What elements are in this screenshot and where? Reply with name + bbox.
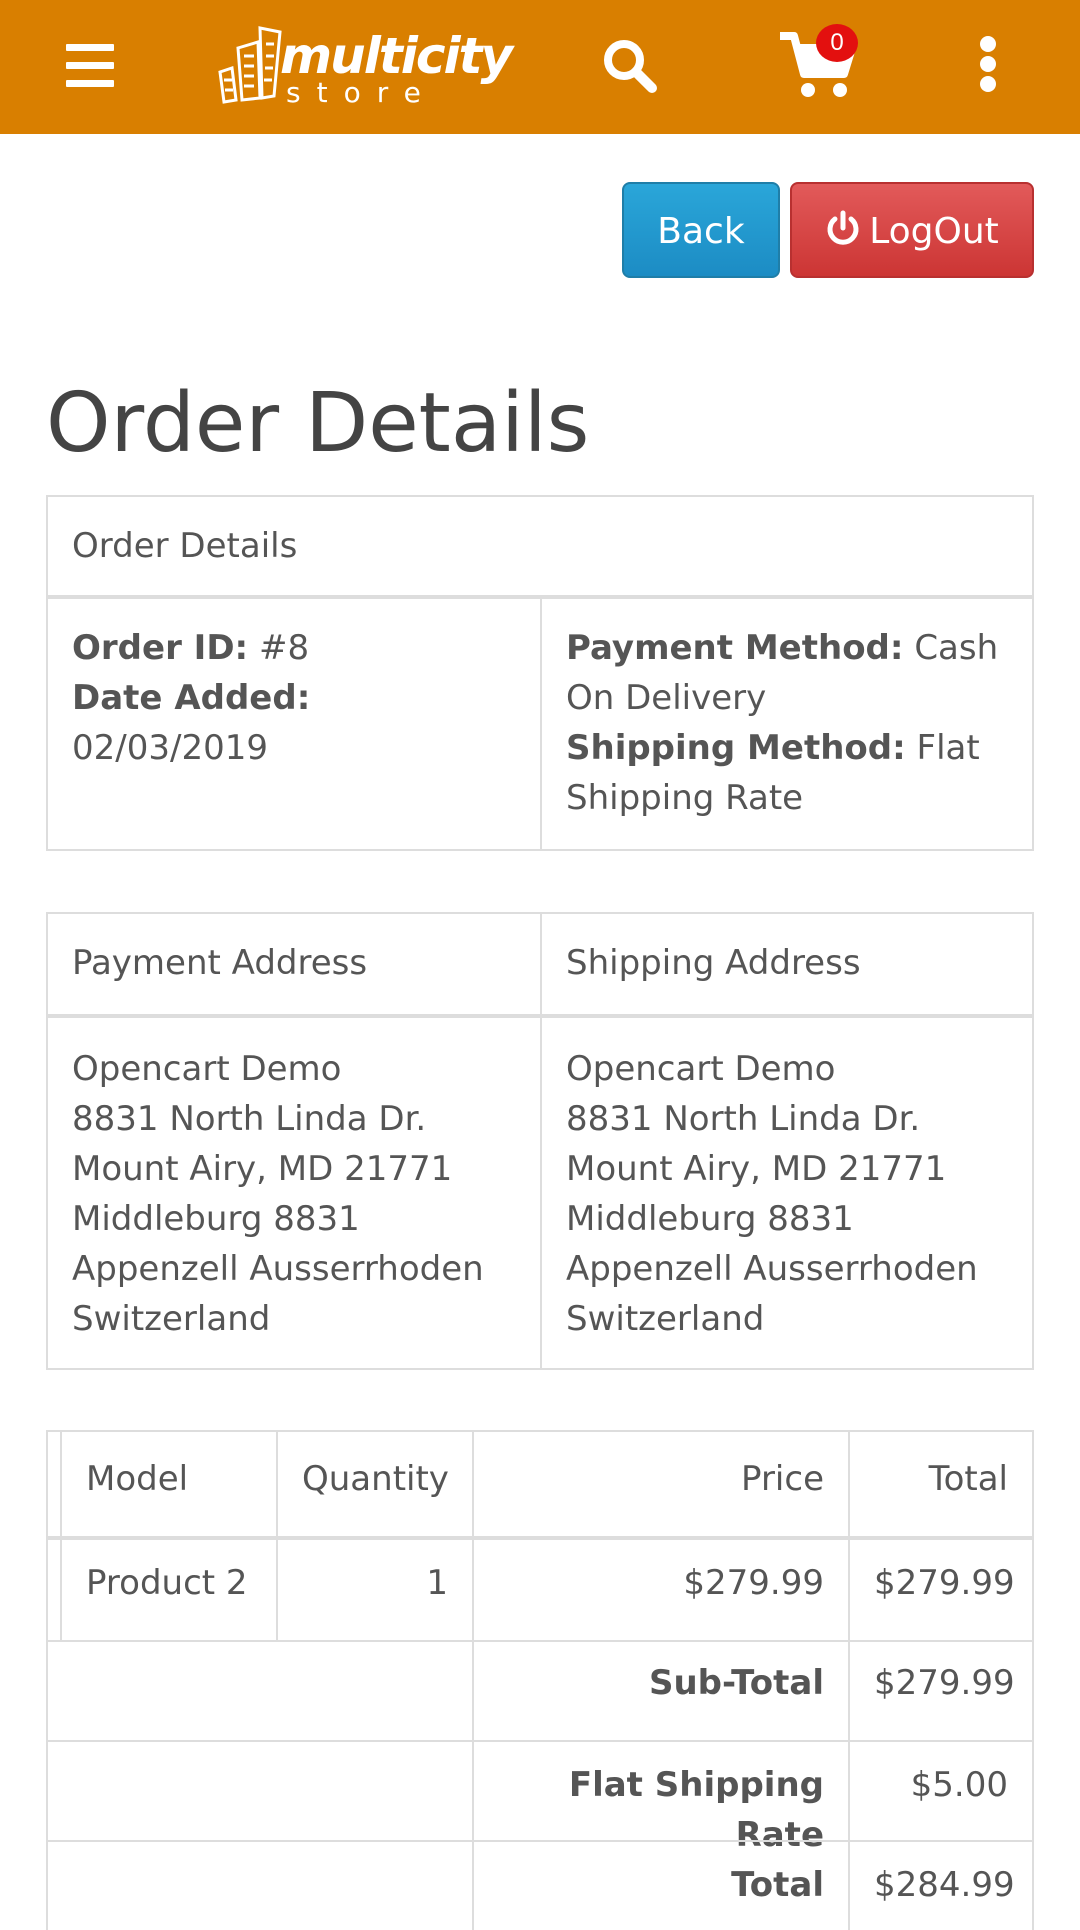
shipping-address-line: Switzerland	[566, 1299, 765, 1339]
shipping-address-heading: Shipping Address	[566, 943, 861, 983]
power-icon	[827, 210, 859, 245]
more-vertical-icon[interactable]	[978, 36, 1000, 92]
shipping-address-line: Mount Airy, MD 21771	[566, 1149, 947, 1189]
shipping-address-line: 8831 North Linda Dr.	[566, 1099, 921, 1139]
menu-icon[interactable]	[66, 44, 114, 88]
order-details-heading: Order Details	[72, 526, 298, 566]
column-header-model: Model	[86, 1459, 189, 1499]
payment-address-line: Switzerland	[72, 1299, 271, 1339]
cart-count-badge: 0	[816, 24, 858, 62]
order-info-cell: Order ID: #8 Date Added: 02/03/2019	[48, 623, 540, 773]
subtotal-label: Sub-Total	[648, 1663, 824, 1703]
back-button[interactable]: Back	[622, 182, 780, 278]
column-header-total: Total	[928, 1459, 1008, 1499]
address-table: Payment Address Shipping Address Opencar…	[46, 912, 1034, 1370]
products-table: Model Quantity Price Total Product 2 1 $…	[46, 1430, 1034, 1930]
total-value: $284.99	[874, 1865, 1015, 1905]
shipping-address-line: Opencart Demo	[566, 1049, 836, 1089]
product-model: Product 2	[86, 1563, 248, 1603]
method-info-cell: Payment Method: Cash On Delivery Shippin…	[542, 623, 1032, 823]
date-added-value: 02/03/2019	[72, 728, 268, 768]
logo-subtitle: store	[286, 76, 437, 109]
shipping-address-line: Appenzell Ausserrhoden	[566, 1249, 978, 1289]
shipping-rate-value: $5.00	[910, 1765, 1008, 1805]
logout-button[interactable]: LogOut	[790, 182, 1034, 278]
payment-address-line: 8831 North Linda Dr.	[72, 1099, 427, 1139]
payment-address-heading: Payment Address	[72, 943, 368, 983]
payment-address-line: Opencart Demo	[72, 1049, 342, 1089]
search-icon[interactable]	[600, 36, 660, 96]
shipping-address-line: Middleburg 8831	[566, 1199, 854, 1239]
product-quantity: 1	[426, 1563, 448, 1603]
payment-address-line: Appenzell Ausserrhoden	[72, 1249, 484, 1289]
subtotal-value: $279.99	[874, 1663, 1015, 1703]
buildings-logo-icon	[218, 26, 282, 104]
store-logo[interactable]: multicity store	[214, 22, 513, 112]
top-app-bar: multicity store 0	[0, 0, 1080, 134]
total-label: Total	[731, 1865, 824, 1905]
shipping-address: Opencart Demo 8831 North Linda Dr. Mount…	[542, 1044, 1032, 1344]
shipping-method-label: Shipping Method:	[566, 728, 906, 768]
page-title: Order Details	[46, 376, 590, 471]
product-price: $279.99	[683, 1563, 824, 1603]
order-details-table: Order Details Order ID: #8 Date Added: 0…	[46, 495, 1034, 851]
payment-address: Opencart Demo 8831 North Linda Dr. Mount…	[48, 1044, 540, 1344]
column-header-quantity: Quantity	[302, 1459, 449, 1499]
payment-address-line: Mount Airy, MD 21771	[72, 1149, 453, 1189]
product-total: $279.99	[874, 1563, 1015, 1603]
back-button-label: Back	[657, 211, 745, 252]
payment-address-line: Middleburg 8831	[72, 1199, 360, 1239]
order-id-label: Order ID:	[72, 628, 249, 668]
column-header-price: Price	[741, 1459, 824, 1499]
payment-method-label: Payment Method:	[566, 628, 904, 668]
logout-button-label: LogOut	[869, 211, 999, 252]
order-id-value: #8	[258, 628, 310, 668]
date-added-label: Date Added:	[72, 678, 311, 718]
